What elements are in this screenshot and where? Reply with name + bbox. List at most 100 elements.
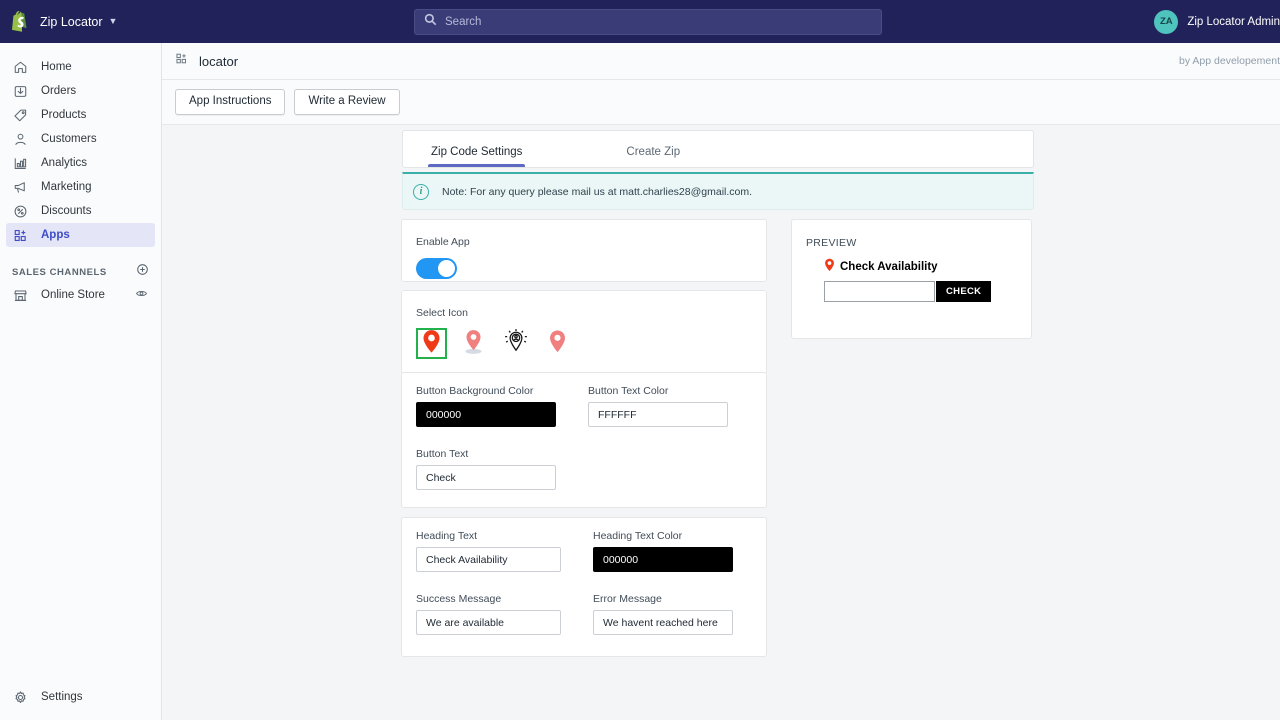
info-circle-icon: i — [413, 184, 429, 200]
home-icon — [12, 59, 29, 76]
button-text-label: Button Text — [416, 448, 752, 460]
shopify-bag-icon — [11, 11, 30, 32]
heading-text-label: Heading Text — [416, 530, 561, 542]
icon-option-map-pin-shadow[interactable] — [458, 328, 489, 359]
map-pin-solid-icon — [421, 329, 442, 359]
write-a-review-button[interactable]: Write a Review — [294, 89, 399, 115]
sidebar: Home Orders Products — [0, 43, 162, 720]
sidebar-item-online-store[interactable]: Online Store — [6, 283, 155, 307]
storefront-icon — [12, 287, 29, 304]
chevron-down-icon[interactable]: ▼ — [109, 17, 118, 26]
button-text-color-label: Button Text Color — [588, 385, 728, 397]
button-text-color-field: Button Text Color FFFFFF — [588, 385, 728, 427]
tab-create-zip[interactable]: Create Zip — [626, 131, 680, 167]
preview-card: PREVIEW Check Availability CHECK — [791, 219, 1032, 339]
page-title: locator — [199, 54, 238, 69]
page-actions: App Instructions Write a Review — [162, 80, 1280, 125]
customers-person-icon — [12, 131, 29, 148]
sidebar-item-label: Orders — [41, 85, 76, 97]
success-message-field: Success Message We are available — [416, 593, 561, 635]
user-menu[interactable]: ZA Zip Locator Admin — [1154, 0, 1280, 43]
sidebar-item-home[interactable]: Home — [6, 55, 155, 79]
enable-app-toggle[interactable] — [416, 258, 457, 279]
sidebar-item-label: Analytics — [41, 157, 87, 169]
heading-text-input[interactable]: Check Availability — [416, 547, 561, 572]
apps-grid-icon — [12, 227, 29, 244]
icon-option-map-pin-person-outline[interactable] — [500, 328, 531, 359]
preview-zip-input[interactable] — [824, 281, 935, 302]
search-icon — [424, 13, 437, 31]
enable-app-label: Enable App — [416, 236, 470, 248]
sidebar-item-customers[interactable]: Customers — [6, 127, 155, 151]
brand-area[interactable]: Zip Locator ▼ — [0, 11, 152, 32]
sidebar-item-discounts[interactable]: Discounts — [6, 199, 155, 223]
sidebar-item-label: Apps — [41, 229, 70, 241]
apps-grid-icon — [175, 52, 188, 70]
button-text-color-input[interactable]: FFFFFF — [588, 402, 728, 427]
top-bar: Zip Locator ▼ Search ZA Zip Locator Admi… — [0, 0, 1280, 43]
success-message-input[interactable]: We are available — [416, 610, 561, 635]
heading-text-color-input[interactable]: 000000 — [593, 547, 733, 572]
user-name: Zip Locator Admin — [1187, 16, 1280, 28]
map-pin-solid-icon — [824, 258, 835, 275]
search-container[interactable]: Search — [414, 9, 882, 35]
sidebar-item-settings[interactable]: Settings — [6, 685, 155, 709]
toggle-knob — [438, 260, 455, 277]
button-background-color-input[interactable]: 000000 — [416, 402, 556, 427]
preview-check-button[interactable]: CHECK — [936, 281, 991, 302]
icon-option-map-pin-coral[interactable] — [542, 328, 573, 359]
eye-icon[interactable] — [135, 287, 148, 303]
brand-name: Zip Locator — [40, 15, 103, 29]
error-message-input[interactable]: We havent reached here — [593, 610, 733, 635]
button-background-color-label: Button Background Color — [416, 385, 556, 397]
page-header: locator by App developement — [162, 43, 1280, 80]
preview-body: Check Availability CHECK — [792, 249, 1031, 302]
icon-options-row — [416, 328, 752, 359]
tab-zip-code-settings[interactable]: Zip Code Settings — [431, 131, 522, 167]
button-settings-card: Button Background Color 000000 Button Te… — [401, 372, 767, 508]
icon-option-map-pin-solid[interactable] — [416, 328, 447, 359]
map-pin-person-outline-icon — [502, 327, 530, 360]
avatar: ZA — [1154, 10, 1178, 34]
button-text-input[interactable]: Check — [416, 465, 556, 490]
success-message-label: Success Message — [416, 593, 561, 605]
sidebar-item-apps[interactable]: Apps — [6, 223, 155, 247]
content-area: locator by App developement App Instruct… — [162, 43, 1280, 720]
sidebar-item-label: Marketing — [41, 181, 92, 193]
sidebar-item-products[interactable]: Products — [6, 103, 155, 127]
button-color-fields: Button Background Color 000000 Button Te… — [416, 385, 752, 427]
select-icon-label: Select Icon — [416, 307, 468, 319]
heading-fields: Heading Text Check Availability Heading … — [416, 530, 752, 572]
app-byline: by App developement — [1179, 55, 1280, 67]
sidebar-nav: Home Orders Products — [0, 43, 161, 307]
plus-circle-icon[interactable] — [136, 263, 149, 281]
enable-app-card: Enable App — [401, 219, 767, 282]
sidebar-item-orders[interactable]: Orders — [6, 79, 155, 103]
heading-settings-card: Heading Text Check Availability Heading … — [401, 517, 767, 657]
tab-bar: Zip Code Settings Create Zip — [402, 130, 1034, 168]
search-input[interactable]: Search — [414, 9, 882, 35]
preview-heading-text: Check Availability — [840, 261, 938, 273]
heading-text-color-field: Heading Text Color 000000 — [593, 530, 733, 572]
discounts-percent-icon — [12, 203, 29, 220]
gear-icon — [12, 689, 29, 706]
sales-channels-section: SALES CHANNELS — [0, 261, 161, 283]
preview-heading-row: Check Availability — [824, 258, 1031, 275]
app-instructions-button[interactable]: App Instructions — [175, 89, 285, 115]
section-title: SALES CHANNELS — [12, 267, 107, 278]
preview-input-row: CHECK — [824, 281, 1031, 302]
heading-text-field: Heading Text Check Availability — [416, 530, 561, 572]
select-icon-card: Select Icon — [401, 290, 767, 374]
sidebar-item-analytics[interactable]: Analytics — [6, 151, 155, 175]
orders-inbox-icon — [12, 83, 29, 100]
button-text-field: Button Text Check — [416, 448, 752, 490]
sidebar-item-marketing[interactable]: Marketing — [6, 175, 155, 199]
analytics-bars-icon — [12, 155, 29, 172]
sidebar-item-label: Settings — [41, 691, 83, 703]
message-fields: Success Message We are available Error M… — [416, 593, 752, 635]
note-banner: i Note: For any query please mail us at … — [402, 172, 1034, 210]
marketing-megaphone-icon — [12, 179, 29, 196]
map-pin-shadow-icon — [460, 328, 487, 360]
note-text: Note: For any query please mail us at ma… — [442, 186, 752, 198]
products-tag-icon — [12, 107, 29, 124]
